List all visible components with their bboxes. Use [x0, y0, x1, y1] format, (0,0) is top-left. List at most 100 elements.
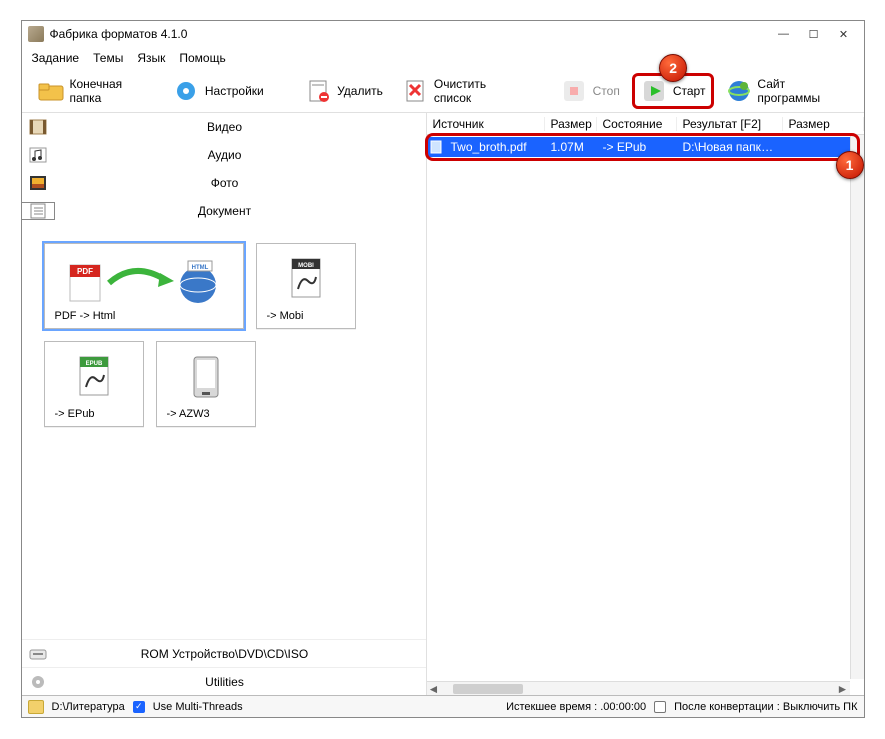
col-source[interactable]: Источник — [427, 117, 545, 131]
multithreads-checkbox[interactable]: ✓ — [133, 701, 145, 713]
app-window: Фабрика форматов 4.1.0 — ☐ ✕ Задание Тем… — [21, 20, 865, 718]
menu-themes[interactable]: Темы — [93, 51, 123, 65]
multithreads-label: Use Multi-Threads — [153, 701, 243, 713]
conversion-epub[interactable]: EPUB -> EPub — [44, 341, 144, 427]
menu-task[interactable]: Задание — [32, 51, 80, 65]
category-rom-label: ROM Устройство\DVD\CD\ISO — [54, 647, 426, 661]
settings-button[interactable]: Настройки — [165, 74, 272, 108]
file-row[interactable]: Two_broth.pdf 1.07M -> EPub D:\Новая пап… — [427, 137, 864, 157]
category-audio[interactable]: Аудио — [22, 141, 426, 169]
conversion-pdf-html[interactable]: PDF HTML PDF -> Html — [44, 243, 244, 329]
category-video[interactable]: Видео — [22, 113, 426, 141]
list-header: Источник Размер Состояние Результат [F2]… — [427, 113, 864, 135]
horizontal-scrollbar[interactable]: ◄ ► — [427, 681, 850, 695]
toolbar: Конечная папка Настройки Удалить Очистит… — [22, 69, 864, 113]
svg-text:EPUB: EPUB — [85, 361, 102, 367]
category-document-label: Документ — [54, 204, 426, 218]
output-folder-label: Конечная папка — [70, 77, 153, 105]
sidebar: Видео Аудио Фото Документ — [22, 113, 427, 695]
col-size2[interactable]: Размер — [783, 117, 864, 131]
conversion-azw3-label: -> AZW3 — [163, 408, 249, 420]
conversion-pdf-html-label: PDF -> Html — [51, 310, 237, 322]
globe-icon — [726, 78, 751, 104]
scroll-right-arrow[interactable]: ► — [836, 682, 850, 696]
settings-label: Настройки — [205, 84, 264, 98]
file-name: Two_broth.pdf — [445, 140, 545, 154]
after-conversion-label: После конвертации : Выключить ПК — [674, 701, 857, 713]
delete-button[interactable]: Удалить — [297, 74, 391, 108]
document-icon — [22, 203, 54, 219]
category-utilities-label: Utilities — [54, 675, 426, 689]
category-document[interactable]: Документ — [22, 197, 426, 225]
disc-drive-icon — [22, 647, 54, 661]
close-button[interactable]: ✕ — [830, 24, 858, 44]
col-state[interactable]: Состояние — [597, 117, 677, 131]
col-result[interactable]: Результат [F2] — [677, 117, 783, 131]
maximize-button[interactable]: ☐ — [800, 24, 828, 44]
sidebar-bottom: ROM Устройство\DVD\CD\ISO Utilities — [22, 639, 426, 695]
play-icon — [641, 78, 667, 104]
file-state: -> EPub — [597, 140, 677, 154]
folder-icon — [38, 78, 64, 104]
conversion-mobi-label: -> Mobi — [263, 310, 349, 322]
pdf-html-icon: PDF HTML — [64, 250, 224, 310]
app-icon — [28, 26, 44, 42]
azw3-icon — [186, 348, 226, 408]
window-title: Фабрика форматов 4.1.0 — [50, 27, 770, 41]
site-button[interactable]: Сайт программы — [718, 73, 855, 109]
status-path: D:\Литература — [52, 701, 125, 713]
conversion-grid: PDF HTML PDF -> Html MOBI -> Mobi EPUB -… — [22, 225, 426, 445]
start-button[interactable]: 2 Старт — [632, 73, 715, 109]
mobi-icon: MOBI — [286, 250, 326, 310]
menu-bar: Задание Темы Язык Помощь — [22, 47, 864, 69]
status-folder-icon[interactable] — [28, 700, 44, 714]
window-controls: — ☐ ✕ — [770, 24, 858, 44]
file-size: 1.07M — [545, 140, 597, 154]
category-photo-label: Фото — [54, 176, 426, 190]
scroll-thumb[interactable] — [453, 684, 523, 694]
category-utilities[interactable]: Utilities — [22, 667, 426, 695]
audio-icon — [22, 147, 54, 163]
file-result: D:\Новая папка... — [677, 140, 783, 154]
svg-text:PDF: PDF — [77, 267, 93, 276]
conversion-epub-label: -> EPub — [51, 408, 137, 420]
clear-list-label: Очистить список — [434, 77, 523, 105]
gear-icon — [173, 78, 199, 104]
callout-2: 2 — [659, 54, 687, 82]
clear-list-button[interactable]: Очистить список — [395, 73, 531, 109]
minimize-button[interactable]: — — [770, 24, 798, 44]
conversion-azw3[interactable]: -> AZW3 — [156, 341, 256, 427]
shutdown-checkbox[interactable]: ✓ — [654, 701, 666, 713]
epub-icon: EPUB — [74, 348, 114, 408]
category-photo[interactable]: Фото — [22, 169, 426, 197]
menu-help[interactable]: Помощь — [179, 51, 225, 65]
category-list: Видео Аудио Фото Документ — [22, 113, 426, 225]
site-label: Сайт программы — [757, 77, 847, 105]
file-row-wrapper: Two_broth.pdf 1.07M -> EPub D:\Новая пап… — [427, 135, 864, 159]
stop-label: Стоп — [593, 84, 620, 98]
stop-icon — [561, 78, 587, 104]
elapsed-time: Истекшее время : .00:00:00 — [506, 701, 646, 713]
clear-list-icon — [403, 78, 428, 104]
file-list-panel: Источник Размер Состояние Результат [F2]… — [427, 113, 864, 695]
file-icon — [427, 140, 445, 154]
main-area: Видео Аудио Фото Документ — [22, 113, 864, 695]
scroll-left-arrow[interactable]: ◄ — [427, 682, 441, 696]
vertical-scrollbar[interactable] — [850, 135, 864, 679]
delete-icon — [305, 78, 331, 104]
stop-button[interactable]: Стоп — [553, 74, 628, 108]
start-label: Старт — [673, 84, 706, 98]
title-bar: Фабрика форматов 4.1.0 — ☐ ✕ — [22, 21, 864, 47]
category-rom[interactable]: ROM Устройство\DVD\CD\ISO — [22, 639, 426, 667]
col-size[interactable]: Размер — [545, 117, 597, 131]
category-video-label: Видео — [54, 120, 426, 134]
svg-text:HTML: HTML — [191, 265, 208, 271]
output-folder-button[interactable]: Конечная папка — [30, 73, 161, 109]
video-icon — [22, 119, 54, 135]
status-bar: D:\Литература ✓ Use Multi-Threads Истекш… — [22, 695, 864, 717]
callout-1: 1 — [836, 151, 864, 179]
utilities-icon — [22, 674, 54, 690]
conversion-mobi[interactable]: MOBI -> Mobi — [256, 243, 356, 329]
menu-language[interactable]: Язык — [137, 51, 165, 65]
photo-icon — [22, 175, 54, 191]
